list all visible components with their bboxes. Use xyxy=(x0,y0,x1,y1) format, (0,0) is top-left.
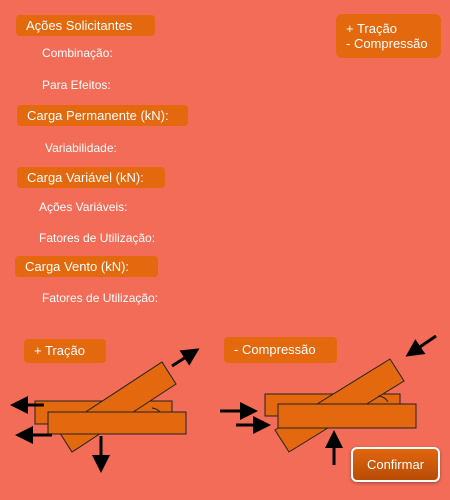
tracao-horizontal-bar-front xyxy=(47,411,187,435)
combinacao-label: Combinação: xyxy=(42,46,113,60)
fatores-utilizacao-vento-label: Fatores de Utilização: xyxy=(42,291,159,305)
para-efeitos-label: Para Efeitos: xyxy=(42,78,111,92)
compressao-horizontal-bar-front xyxy=(277,403,417,429)
legend-box: + Tração - Compressão xyxy=(336,14,441,58)
acoes-solicitantes-title: Ações Solicitantes xyxy=(16,15,155,36)
variabilidade-label: Variabilidade: xyxy=(45,141,117,155)
legend-compressao: - Compressão xyxy=(346,36,428,51)
legend-tracao: + Tração xyxy=(346,21,397,36)
carga-vento-title: Carga Vento (kN): xyxy=(15,256,158,277)
arrow-icon xyxy=(405,335,437,357)
fatores-utilizacao-label: Fatores de Utilização: xyxy=(39,231,156,245)
carga-variavel-title: Carga Variável (kN): xyxy=(17,167,165,188)
tracao-diagram xyxy=(10,348,200,473)
acoes-variaveis-label: Ações Variáveis: xyxy=(39,200,128,214)
confirm-button[interactable]: Confirmar xyxy=(351,447,440,482)
carga-permanente-title: Carga Permanente (kN): xyxy=(17,105,188,126)
arrow-icon xyxy=(171,348,200,368)
compressao-diagram xyxy=(220,335,437,465)
